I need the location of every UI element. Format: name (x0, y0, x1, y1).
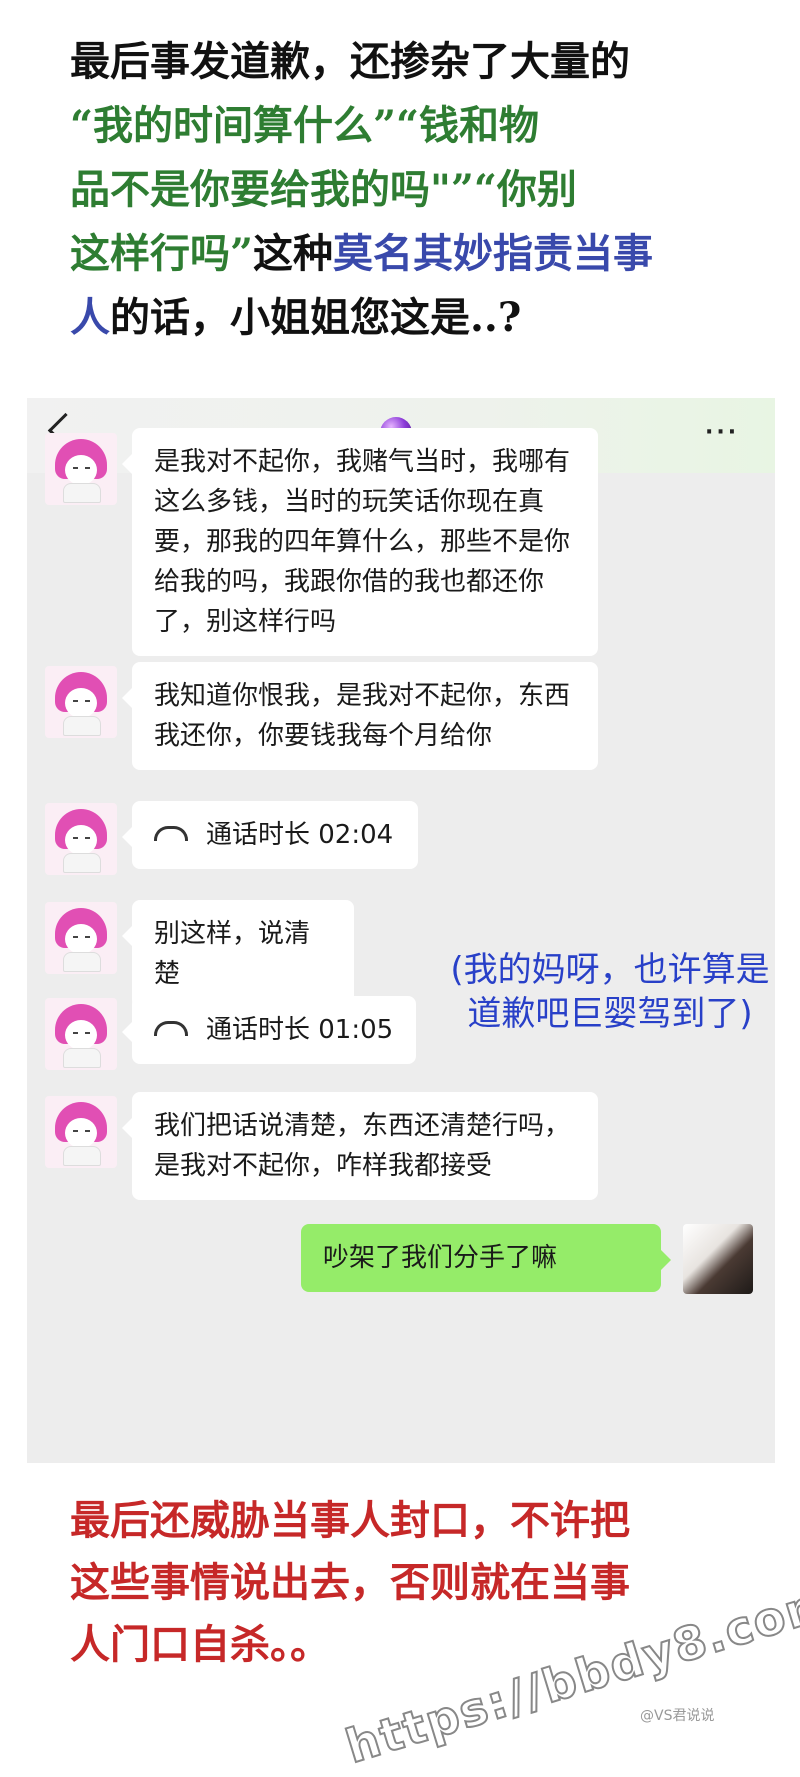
phone-hangup-icon (154, 826, 188, 841)
call-record-bubble[interactable]: 通话时长 01:05 (122, 996, 416, 1064)
message-bubble[interactable]: 我知道你恨我，是我对不起你，东西我还你，你要钱我每个月给你 (122, 662, 598, 770)
my-message-bubble[interactable]: 吵架了我们分手了嘛 (301, 1224, 671, 1292)
bottom-line-2: 这些事情说出去，否则就在当事 (70, 1559, 630, 1606)
headline-text: 最后事发道歉，还掺杂了大量的 “我的时间算什么”“钱和物 品不是你要给我的吗"”… (70, 30, 750, 350)
call-duration: 通话时长 02:04 (206, 820, 394, 850)
contact-avatar[interactable] (45, 803, 117, 875)
message-bubble[interactable]: 是我对不起你，我赌气当时，我哪有这么多钱，当时的玩笑话你现在真要，那我的四年算什… (122, 428, 598, 656)
more-options-icon[interactable]: ··· (705, 422, 739, 444)
annotation-text: (我的妈呀，也许算是道歉吧巨婴驾到了) (450, 950, 770, 1034)
headline-blue-2: 人 (70, 294, 110, 341)
headline-line-3: 品不是你要给我的吗"”“你别 (70, 166, 577, 213)
call-record-bubble[interactable]: 通话时长 02:04 (122, 801, 418, 869)
headline-line-1: 最后事发道歉，还掺杂了大量的 (70, 38, 630, 85)
credit-text: @VS君说说 (640, 1708, 715, 1724)
headline-line-4: 这样行吗”这种莫名其妙指责当事 (70, 222, 750, 286)
my-avatar[interactable] (683, 1224, 753, 1294)
contact-avatar[interactable] (45, 666, 117, 738)
contact-avatar[interactable] (45, 433, 117, 505)
headline-blue: 莫名其妙指责当事 (333, 230, 654, 277)
chat-screenshot: ··· 是我对不起你，我赌气当时，我哪有这么多钱，当时的玩笑话你现在真要，那我的… (27, 398, 775, 1463)
contact-avatar[interactable] (45, 998, 117, 1070)
headline-line-2: “我的时间算什么”“钱和物 (70, 102, 540, 149)
headline-plain: 这种 (253, 230, 334, 277)
contact-avatar[interactable] (45, 902, 117, 974)
message-bubble[interactable]: 别这样，说清楚 (122, 900, 354, 1008)
headline-line-5: 人的话，小姐姐您这是..? (70, 286, 750, 350)
bottom-line-1: 最后还威胁当事人封口，不许把 (70, 1497, 630, 1544)
headline-quote: 这样行吗” (70, 230, 254, 277)
phone-hangup-icon (154, 1021, 188, 1036)
message-bubble[interactable]: 我们把话说清楚，东西还清楚行吗，是我对不起你，咋样我都接受 (122, 1092, 598, 1200)
headline-plain-2: 的话，小姐姐您这是..? (110, 294, 522, 341)
contact-avatar[interactable] (45, 1096, 117, 1168)
call-duration: 通话时长 01:05 (206, 1015, 394, 1045)
